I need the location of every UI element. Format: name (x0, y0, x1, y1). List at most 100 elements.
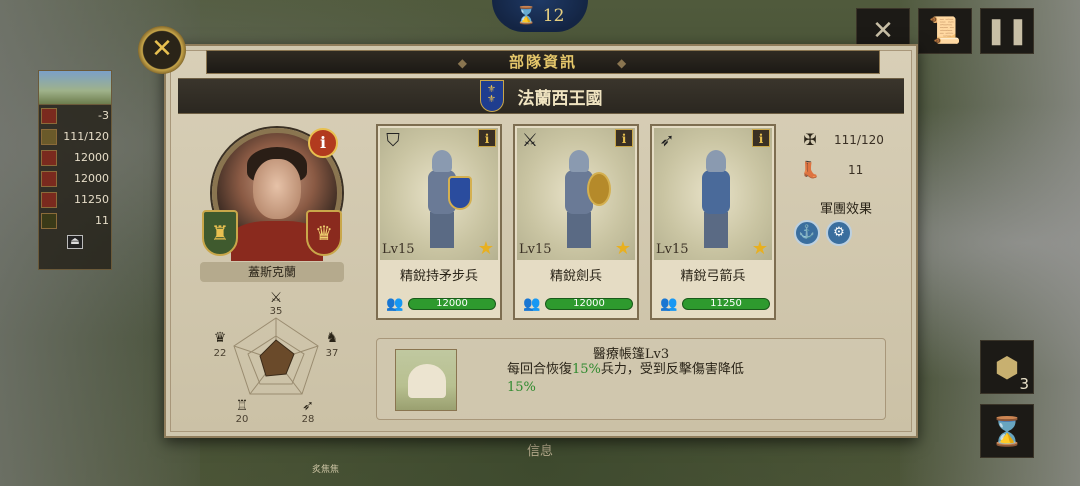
stat-row: 11250 (39, 189, 111, 210)
effect-text-b: 兵力，受到反擊傷害降低 (600, 362, 744, 377)
close-button[interactable]: ✕ (138, 26, 186, 74)
effect-title: 醫療帳篷Lv3 (592, 347, 670, 362)
star-icon: ★ (751, 238, 768, 259)
bow-icon (41, 191, 57, 208)
hourglass-icon: ⌛ (989, 414, 1025, 448)
bottom-label: 信息 (527, 444, 554, 459)
scroll-button[interactable]: 📜 (918, 8, 972, 54)
unit-name: 精銳弓箭兵 (680, 269, 746, 284)
panel-title-bar: ◆ 部隊資訊 ◆ (206, 50, 880, 74)
effect-description: 每回合恢復15%兵力，受到反擊傷害降低 15% (507, 361, 767, 397)
defense-icon (41, 149, 57, 166)
sword-icon (41, 170, 57, 187)
star-icon: ★ (477, 238, 494, 259)
stat-row: 12000 (39, 147, 111, 168)
effect-pct-b: 15% (507, 380, 536, 395)
close-icon: ✕ (151, 34, 173, 64)
shield-icon (448, 176, 472, 210)
stat-command: 22 (213, 348, 227, 359)
selected-unit-stats[interactable]: -3 111/120 12000 12000 11250 11 ⏏ (38, 70, 112, 270)
pause-button[interactable]: ❚❚ (980, 8, 1034, 54)
sword-icon: ⚔ (521, 130, 539, 151)
unit-name: 精銳劍兵 (549, 269, 602, 284)
star-icon: ★ (614, 238, 631, 259)
move-icon (41, 212, 57, 229)
unit-troop-bar: 12000 (545, 298, 633, 310)
unit-card[interactable]: ⚔ i Lv15 ★ 精銳劍兵 👥 12000 (513, 124, 639, 320)
hex-count: 3 (1019, 375, 1029, 393)
attack-icon (41, 107, 57, 124)
stat-archery: 28 (301, 414, 315, 425)
legion-effect-icon[interactable]: ⚙ (826, 220, 852, 246)
turn-value: 12 (542, 6, 565, 26)
fleur-de-lis-flag-icon: ⚜ ⚜ (479, 80, 504, 112)
archer-figure (696, 150, 736, 250)
portrait-face (253, 159, 301, 219)
crown-badge-icon: ♜ (202, 210, 238, 256)
stat-value: -3 (98, 109, 109, 122)
general-name: 蓋斯克蘭 (200, 262, 344, 282)
legion-effect-icon[interactable]: ⚓ (794, 220, 820, 246)
round-shield-icon (587, 172, 611, 206)
eagle-icon: ✠ (803, 130, 817, 149)
hex-button[interactable]: ⬢ 3 (980, 340, 1034, 394)
unit-info-button[interactable]: i (752, 129, 770, 147)
pause-icon: ❚❚ (985, 16, 1029, 46)
crossed-swords-icon: ✕ (872, 16, 894, 46)
attack-icon: ⚔ (269, 290, 283, 306)
stat-defense: 20 (235, 414, 249, 425)
nation-name: 法蘭西王國 (517, 88, 603, 109)
unit-level: Lv15 (382, 242, 415, 257)
unit-info-button[interactable]: i (615, 129, 633, 147)
legion-effect-label: 軍團效果 (819, 202, 872, 217)
shield-icon: ⛉ (386, 130, 400, 151)
unit-info-button[interactable]: i (478, 129, 496, 147)
tent-icon (408, 364, 446, 398)
stat-value: 11 (95, 214, 109, 227)
general-info-button[interactable]: i (308, 128, 338, 158)
unit-troop-bar: 11250 (682, 298, 770, 310)
defense-icon: ♖ (235, 398, 249, 414)
radar-fill (259, 339, 295, 377)
summary-move-value: 11 (848, 162, 864, 177)
stat-row: -3 (39, 105, 111, 126)
king-crown-badge-icon: ♛ (306, 210, 342, 256)
end-turn-button[interactable]: ⌛ (980, 404, 1034, 458)
unit-name: 精銳持矛步兵 (399, 269, 478, 284)
scroll-icon: 📜 (928, 16, 962, 46)
hexagon-icon: ⬢ (994, 350, 1020, 384)
stat-cavalry: 37 (325, 348, 339, 359)
panel-title: 部隊資訊 (508, 53, 577, 71)
troop-icon (41, 128, 57, 145)
terrain-thumbnail (39, 71, 111, 105)
unit-info-panel: ◆ 部隊資訊 ◆ ⚜ ⚜ 法蘭西王國 i ♜ ♛ 蓋斯克蘭 ⚔ 35 ♞ 37 ➶ 2… (164, 44, 918, 438)
troops-icon: 👥 (386, 296, 404, 312)
stat-value: 11250 (74, 193, 109, 206)
troops-icon: 👥 (523, 296, 541, 312)
troops-icon: 👥 (660, 296, 678, 312)
stat-value: 111/120 (63, 130, 109, 143)
bow-icon: ➶ (659, 130, 675, 151)
hourglass-icon: ⌛ (515, 6, 537, 26)
ornament-icon: ◆ (457, 56, 469, 70)
stat-value: 12000 (74, 172, 109, 185)
eject-icon[interactable]: ⏏ (67, 235, 83, 249)
archery-icon: ➶ (302, 398, 314, 414)
unit-card[interactable]: ⛉ i Lv15 ★ 精銳持矛步兵 👥 12000 (376, 124, 502, 320)
general-stat-radar: ⚔ 35 ♞ 37 ➶ 28 ♖ 20 ♛ 22 (196, 288, 356, 428)
stat-attack: 35 (269, 306, 283, 317)
unit-level: Lv15 (656, 242, 689, 257)
tent-effect-box: 醫療帳篷Lv3 每回合恢復15%兵力，受到反擊傷害降低 15% (376, 338, 886, 420)
map-unit-label: 炙焦焦 (312, 465, 340, 475)
summary-move: 👢 11 (796, 160, 863, 179)
effect-text-a: 每回合恢復 (507, 362, 573, 377)
unit-troop-bar: 12000 (408, 298, 496, 310)
stat-value: 12000 (74, 151, 109, 164)
unit-card[interactable]: ➶ i Lv15 ★ 精銳弓箭兵 👥 11250 (650, 124, 776, 320)
command-icon: ♛ (213, 330, 227, 346)
effect-pct-a: 15% (572, 362, 601, 377)
ornament-icon: ◆ (617, 56, 629, 70)
boot-icon: 👢 (800, 160, 820, 179)
summary-troops-value: 111/120 (834, 132, 884, 147)
stat-row: 11 (39, 210, 111, 231)
